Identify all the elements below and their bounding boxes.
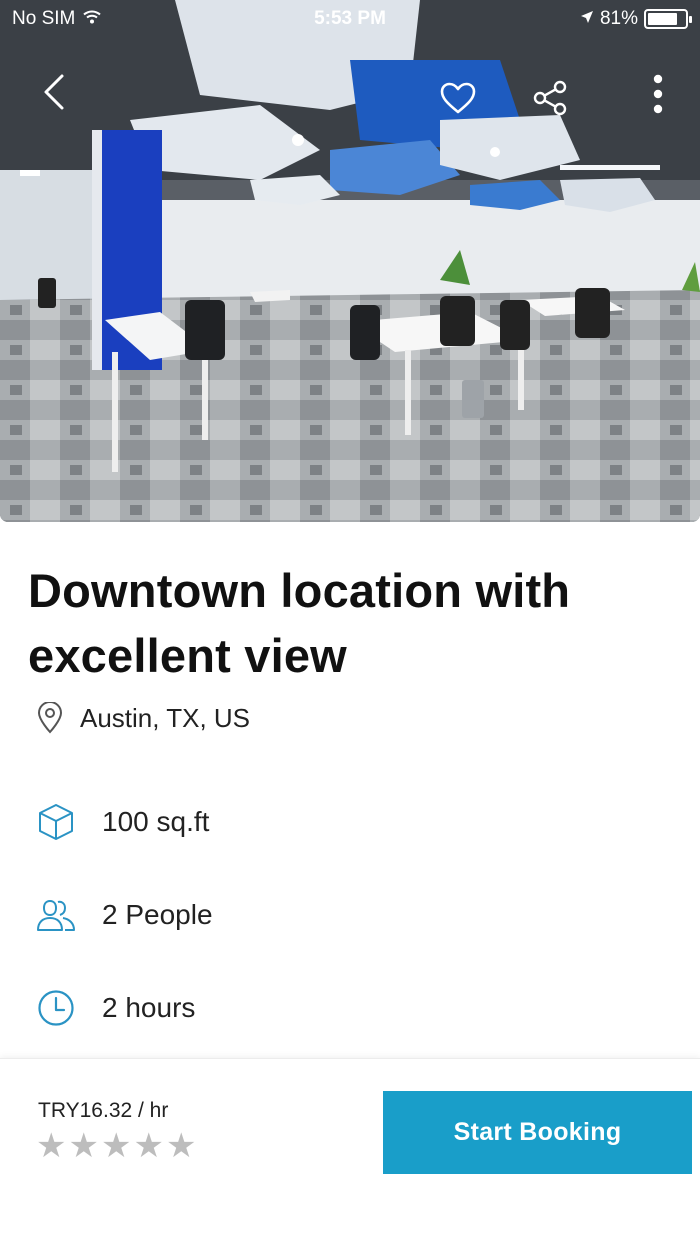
star-icon: ★ (68, 1126, 99, 1166)
people-icon (36, 895, 76, 935)
clock-icon (36, 988, 76, 1028)
status-right: 81% (580, 8, 692, 30)
heart-icon (440, 82, 476, 114)
feature-area-label: 100 sq.ft (102, 806, 210, 837)
location-arrow-icon (580, 8, 594, 30)
feature-area: 100 sq.ft (36, 800, 209, 844)
back-button[interactable] (30, 68, 78, 116)
feature-duration-label: 2 hours (102, 992, 196, 1023)
listing-location: Austin, TX, US (36, 702, 250, 734)
listing-title: Downtown location with excellent view (28, 564, 571, 682)
location-text: Austin, TX, US (80, 702, 251, 733)
booking-bar: TRY16.32 / hr ★ ★ ★ ★ ★ Start Booking (0, 1058, 700, 1244)
share-icon (533, 80, 567, 116)
status-bar: No SIM 5:53 PM 81% (0, 0, 700, 40)
map-pin-icon (37, 702, 63, 734)
star-icon: ★ (165, 1126, 197, 1166)
battery-icon (644, 9, 692, 29)
back-chevron-icon (44, 74, 64, 110)
star-icon: ★ (100, 1126, 132, 1166)
star-icon: ★ (36, 1126, 67, 1166)
listing-photo[interactable]: No SIM 5:53 PM 81% (0, 0, 700, 522)
share-button[interactable] (526, 74, 574, 122)
feature-capacity: 2 People (36, 893, 213, 937)
favorite-button[interactable] (434, 74, 482, 122)
start-booking-button[interactable]: Start Booking (383, 1091, 692, 1174)
rating-stars: ★ ★ ★ ★ ★ (36, 1129, 196, 1163)
price-label: TRY16.32 / hr (38, 1099, 169, 1122)
feature-capacity-label: 2 People (102, 899, 213, 930)
office-photo-illustration (0, 0, 700, 522)
feature-duration: 2 hours (36, 986, 195, 1030)
cube-icon (36, 802, 76, 842)
more-vertical-icon (653, 74, 663, 114)
star-icon: ★ (133, 1126, 164, 1166)
battery-percent: 81% (599, 8, 638, 29)
more-options-button[interactable] (636, 70, 680, 118)
